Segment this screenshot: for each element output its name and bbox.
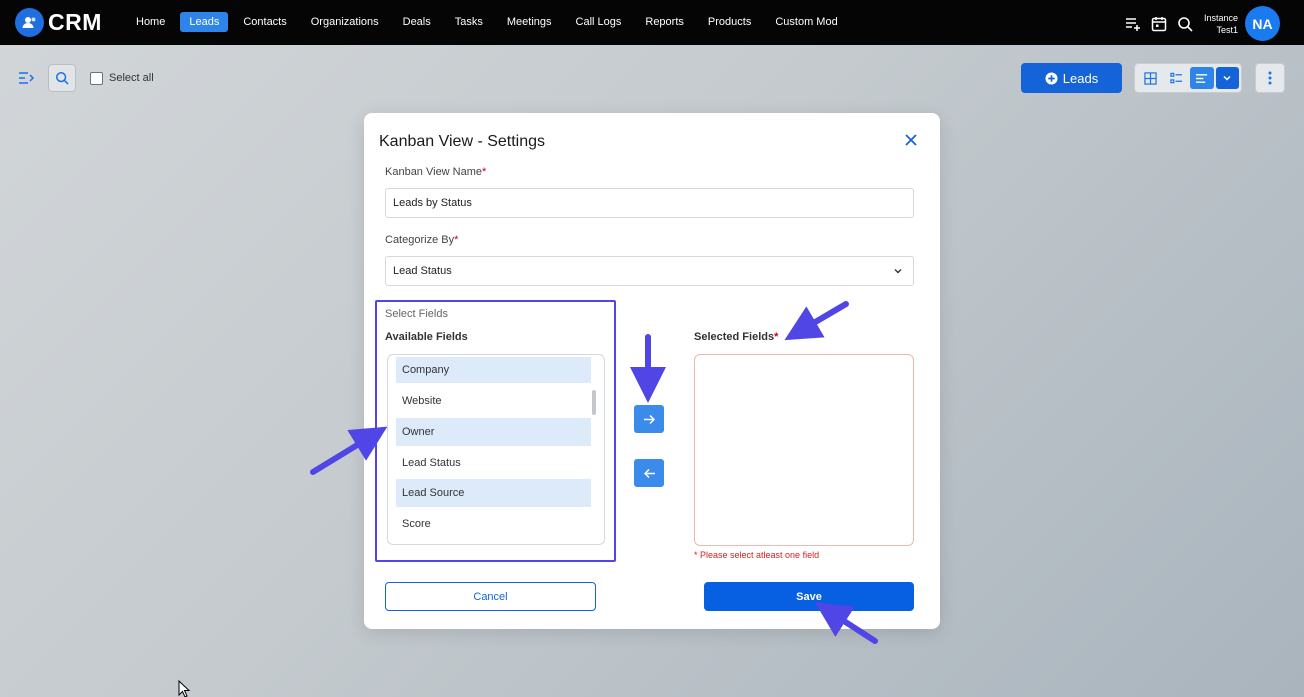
- nav-tasks[interactable]: Tasks: [446, 12, 492, 32]
- nav-reports[interactable]: Reports: [636, 12, 693, 32]
- view-name-input[interactable]: Leads by Status: [385, 188, 914, 218]
- logo-text: CRM: [48, 9, 102, 35]
- view-switcher: [1134, 63, 1242, 93]
- nav-meetings[interactable]: Meetings: [498, 12, 561, 32]
- move-left-button[interactable]: [634, 459, 664, 487]
- close-icon[interactable]: [904, 133, 918, 147]
- save-button[interactable]: Save: [704, 582, 914, 611]
- top-navbar: CRM Home Leads Contacts Organizations De…: [0, 0, 1304, 45]
- top-right-actions: Instance Test1 NA: [1116, 6, 1280, 41]
- arrow-right-icon: [643, 414, 655, 424]
- mouse-cursor-icon: [178, 680, 191, 697]
- sidebar-toggle-icon[interactable]: [18, 70, 36, 86]
- quick-create-icon[interactable]: [1124, 15, 1142, 33]
- select-all-label: Select all: [109, 72, 154, 84]
- grid-view-icon[interactable]: [1139, 67, 1163, 89]
- main-nav: Home Leads Contacts Organizations Deals …: [127, 12, 853, 32]
- nav-custom-mod[interactable]: Custom Mod: [766, 12, 846, 32]
- move-right-button[interactable]: [634, 405, 664, 433]
- add-lead-button[interactable]: Leads: [1021, 63, 1122, 93]
- available-fields-highlight: [375, 300, 616, 562]
- cancel-button[interactable]: Cancel: [385, 582, 596, 611]
- selected-fields-list[interactable]: [694, 354, 914, 546]
- categorize-select[interactable]: Lead Status: [385, 256, 914, 286]
- kanban-view-icon[interactable]: [1190, 67, 1214, 89]
- avatar[interactable]: NA: [1245, 6, 1280, 41]
- user-name[interactable]: Instance Test1: [1204, 12, 1238, 36]
- search-button[interactable]: [48, 64, 76, 92]
- selected-fields-label: Selected Fields*: [694, 331, 779, 343]
- search-icon: [55, 71, 69, 85]
- categorize-label: Categorize By*: [385, 234, 459, 246]
- chevron-down-icon[interactable]: [1215, 67, 1239, 89]
- nav-leads[interactable]: Leads: [180, 12, 229, 32]
- list-view-icon[interactable]: [1165, 67, 1189, 89]
- nav-contacts[interactable]: Contacts: [234, 12, 295, 32]
- modal-title: Kanban View - Settings: [379, 133, 546, 150]
- nav-home[interactable]: Home: [127, 12, 174, 32]
- plus-circle-icon: [1045, 71, 1058, 85]
- view-name-label: Kanban View Name*: [385, 166, 487, 178]
- users-icon: [15, 8, 44, 37]
- list-toolbar: Select all: [18, 64, 154, 92]
- chevron-down-icon: [894, 269, 902, 274]
- nav-organizations[interactable]: Organizations: [302, 12, 388, 32]
- selected-fields-error: * Please select atleast one field: [694, 550, 820, 560]
- select-all-checkbox[interactable]: [90, 71, 103, 85]
- search-icon[interactable]: [1176, 15, 1194, 33]
- nav-products[interactable]: Products: [699, 12, 760, 32]
- calendar-icon[interactable]: [1150, 15, 1168, 33]
- kebab-icon: [1268, 71, 1272, 85]
- nav-call-logs[interactable]: Call Logs: [567, 12, 631, 32]
- nav-deals[interactable]: Deals: [394, 12, 440, 32]
- arrow-left-icon: [643, 468, 655, 478]
- more-options-button[interactable]: [1255, 63, 1285, 93]
- app-logo[interactable]: CRM: [15, 8, 102, 37]
